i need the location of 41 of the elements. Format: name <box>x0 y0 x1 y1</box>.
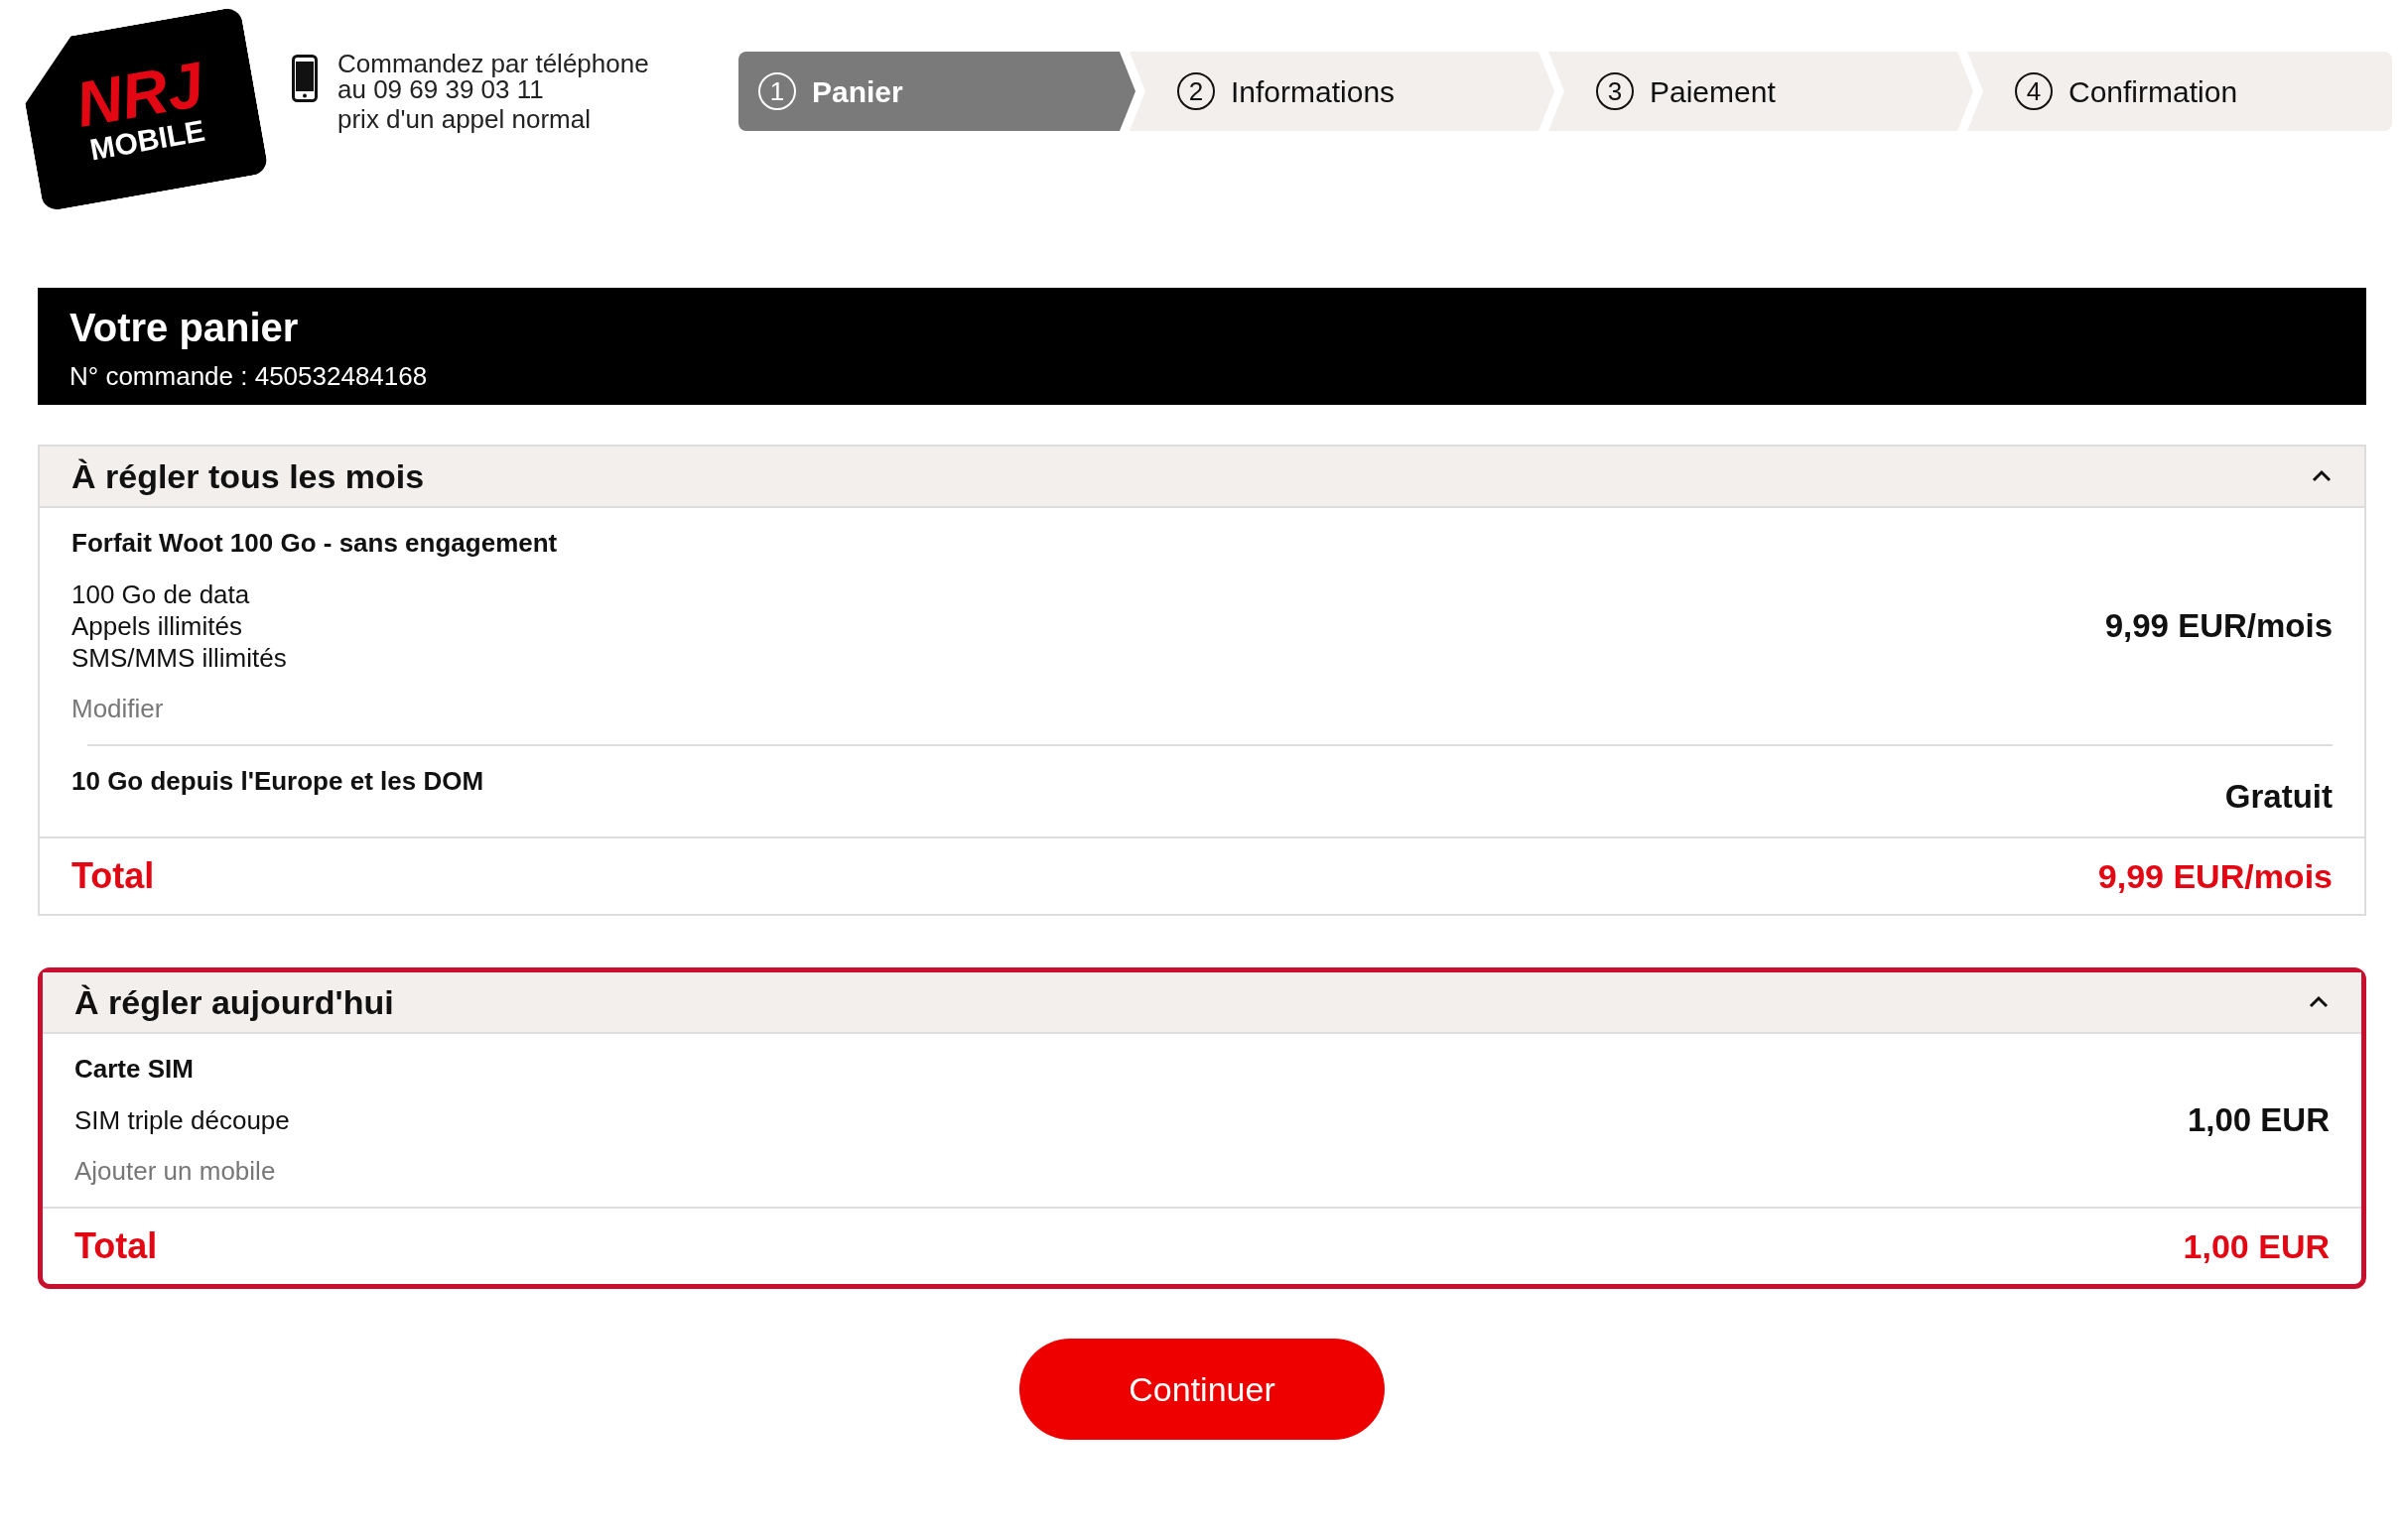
total-label: Total <box>71 854 155 898</box>
checkout-step[interactable]: 3 Paiement <box>1548 52 1973 131</box>
step-number: 3 <box>1596 72 1634 110</box>
continue-button[interactable]: Continuer <box>1019 1339 1385 1440</box>
section-header[interactable]: À régler aujourd'hui <box>43 972 2361 1034</box>
phone-order-text: Commandez par téléphone <box>337 51 649 76</box>
item-name: 10 Go depuis l'Europe et les DOM <box>71 765 484 798</box>
step-label: Informations <box>1231 73 1396 110</box>
item-name: Forfait Woot 100 Go - sans engagement <box>71 527 558 560</box>
checkout-step[interactable]: 4 Confirmation <box>1967 52 2392 131</box>
item-link[interactable]: Ajouter un mobile <box>74 1152 290 1191</box>
item-price: 9,99 EUR/mois <box>2104 606 2333 647</box>
item-price: Gratuit <box>2224 776 2333 817</box>
section-header[interactable]: À régler tous les mois <box>40 447 2364 508</box>
phone-order-text: au 09 69 39 03 11 <box>337 76 544 102</box>
order-number: N° commande : 450532484168 <box>69 359 429 393</box>
section-title: À régler tous les mois <box>71 455 425 497</box>
cart-title: Votre panier <box>69 304 300 351</box>
feature-text: Appels illimités <box>71 610 243 642</box>
section-title: À régler aujourd'hui <box>74 981 394 1023</box>
checkout-step[interactable]: 2 Informations <box>1130 52 1554 131</box>
step-label: Panier <box>812 73 903 110</box>
feature-text: 100 Go de data <box>71 578 251 610</box>
item-price: 1,00 EUR <box>2187 1100 2330 1141</box>
step-label: Confirmation <box>2069 73 2238 110</box>
call-price-note: prix d'un appel normal <box>337 106 592 132</box>
step-number: 2 <box>1177 72 1215 110</box>
total-price: 9,99 EUR/mois <box>2097 855 2333 897</box>
chevron-up-icon[interactable] <box>2311 469 2333 483</box>
chevron-up-icon[interactable] <box>2308 995 2330 1009</box>
item-link[interactable]: Modifier <box>71 690 558 728</box>
step-label: Paiement <box>1650 73 1776 110</box>
step-number: 1 <box>758 72 796 110</box>
feature-text: SMS/MMS illimités <box>71 642 288 674</box>
total-label: Total <box>74 1224 158 1268</box>
feature-text: SIM triple découpe <box>74 1104 290 1136</box>
checkout-step[interactable]: 1 Panier <box>738 52 1135 131</box>
total-price: 1,00 EUR <box>2183 1225 2330 1267</box>
smartphone-icon <box>292 55 318 102</box>
item-name: Carte SIM <box>74 1053 195 1086</box>
step-number: 4 <box>2015 72 2053 110</box>
